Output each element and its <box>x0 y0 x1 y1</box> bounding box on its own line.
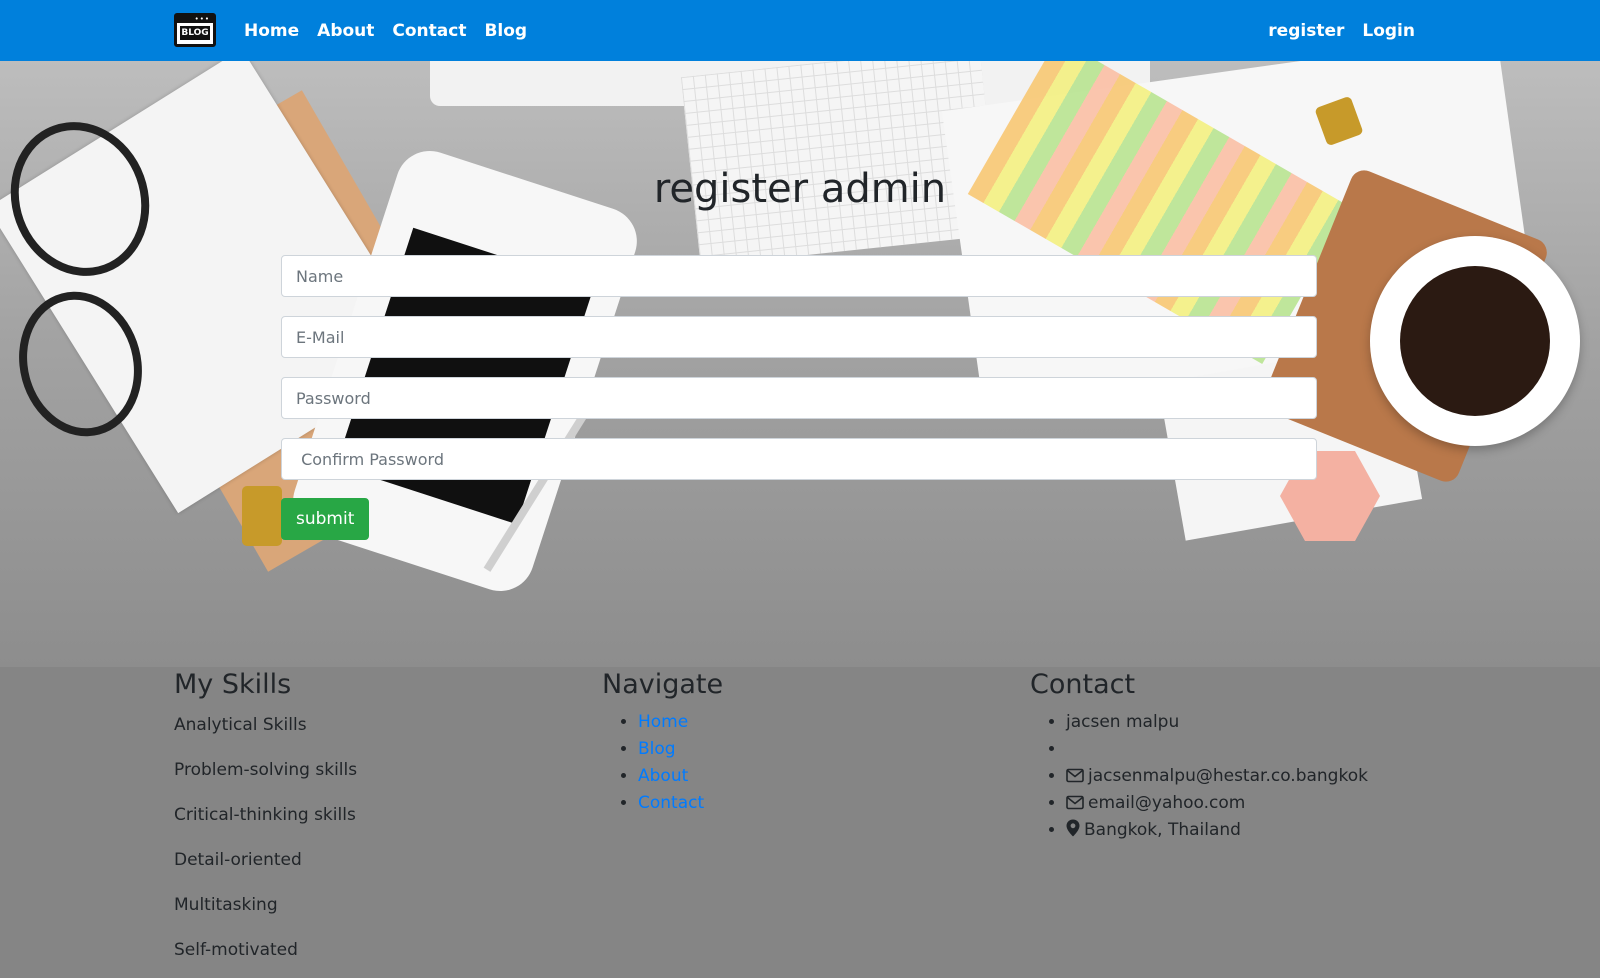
contact-heading: Contact <box>1030 669 1136 700</box>
hero-bg-coffee <box>1400 266 1550 416</box>
password-field[interactable] <box>281 377 1317 419</box>
nav-blog-link[interactable]: Blog <box>484 21 527 41</box>
contact-email-primary-text: jacsenmalpu@hestar.co.bangkok <box>1088 766 1368 786</box>
skill-item: Critical-thinking skills <box>174 805 356 825</box>
skill-item: Self-motivated <box>174 940 298 960</box>
nav-login-link[interactable]: Login <box>1362 21 1415 41</box>
list-item: Blog <box>638 736 723 763</box>
skill-item: Detail-oriented <box>174 850 302 870</box>
blog-logo[interactable]: ••• BLOG <box>174 13 216 47</box>
contact-location: Bangkok, Thailand <box>1066 817 1368 844</box>
skill-item: Analytical Skills <box>174 715 307 735</box>
logo-dots: ••• <box>194 15 210 23</box>
contact-email-secondary: email@yahoo.com <box>1066 790 1368 817</box>
logo-text: BLOG <box>180 26 210 40</box>
nav-main-links: Home About Contact Blog <box>244 0 545 61</box>
contact-email-primary: jacsenmalpu@hestar.co.bangkok <box>1066 763 1368 790</box>
footer-home-link[interactable]: Home <box>638 712 688 732</box>
contact-email-secondary-text: email@yahoo.com <box>1088 793 1246 813</box>
hero-section: register admin submit <box>0 61 1600 667</box>
navigate-column: Navigate Home Blog About Contact <box>602 667 723 817</box>
list-item: Home <box>638 709 723 736</box>
navbar: ••• BLOG Home About Contact Blog registe… <box>0 0 1600 61</box>
contact-list: jacsen malpu jacsenmalpu@hestar.co.bangk… <box>1030 709 1368 844</box>
footer-about-link[interactable]: About <box>638 766 688 786</box>
submit-button[interactable]: submit <box>281 498 370 540</box>
hero-bg-binder-clip <box>242 486 282 546</box>
footer-contact-link[interactable]: Contact <box>638 793 704 813</box>
footer-blog-link[interactable]: Blog <box>638 739 676 759</box>
skill-item: Multitasking <box>174 895 278 915</box>
skill-item: Problem-solving skills <box>174 760 358 780</box>
list-item: About <box>638 763 723 790</box>
skills-column: My Skills Analytical Skills Problem-solv… <box>174 667 357 978</box>
footer: My Skills Analytical Skills Problem-solv… <box>0 667 1600 960</box>
nav-auth-links: register Login <box>1250 0 1415 61</box>
email-field[interactable] <box>281 316 1317 358</box>
envelope-icon <box>1066 768 1084 783</box>
contact-column: Contact jacsen malpu jacsenmalpu@hestar.… <box>1030 667 1368 844</box>
contact-name-text: jacsen malpu <box>1066 712 1180 732</box>
name-field[interactable] <box>281 255 1317 297</box>
list-item: Contact <box>638 790 723 817</box>
contact-empty-item <box>1066 736 1368 763</box>
nav-home-link[interactable]: Home <box>244 21 299 41</box>
skills-list: Analytical Skills Problem-solving skills… <box>174 702 357 978</box>
contact-name: jacsen malpu <box>1066 709 1368 736</box>
skills-heading: My Skills <box>174 669 292 700</box>
confirm-password-field[interactable] <box>281 438 1317 480</box>
envelope-icon <box>1066 795 1084 810</box>
navigate-list: Home Blog About Contact <box>602 709 723 817</box>
nav-register-link[interactable]: register <box>1268 21 1344 41</box>
nav-about-link[interactable]: About <box>317 21 374 41</box>
navigate-heading: Navigate <box>602 669 724 700</box>
nav-contact-link[interactable]: Contact <box>392 21 466 41</box>
page-title: register admin <box>653 166 947 212</box>
contact-location-text: Bangkok, Thailand <box>1084 820 1241 840</box>
map-marker-icon <box>1066 819 1080 837</box>
